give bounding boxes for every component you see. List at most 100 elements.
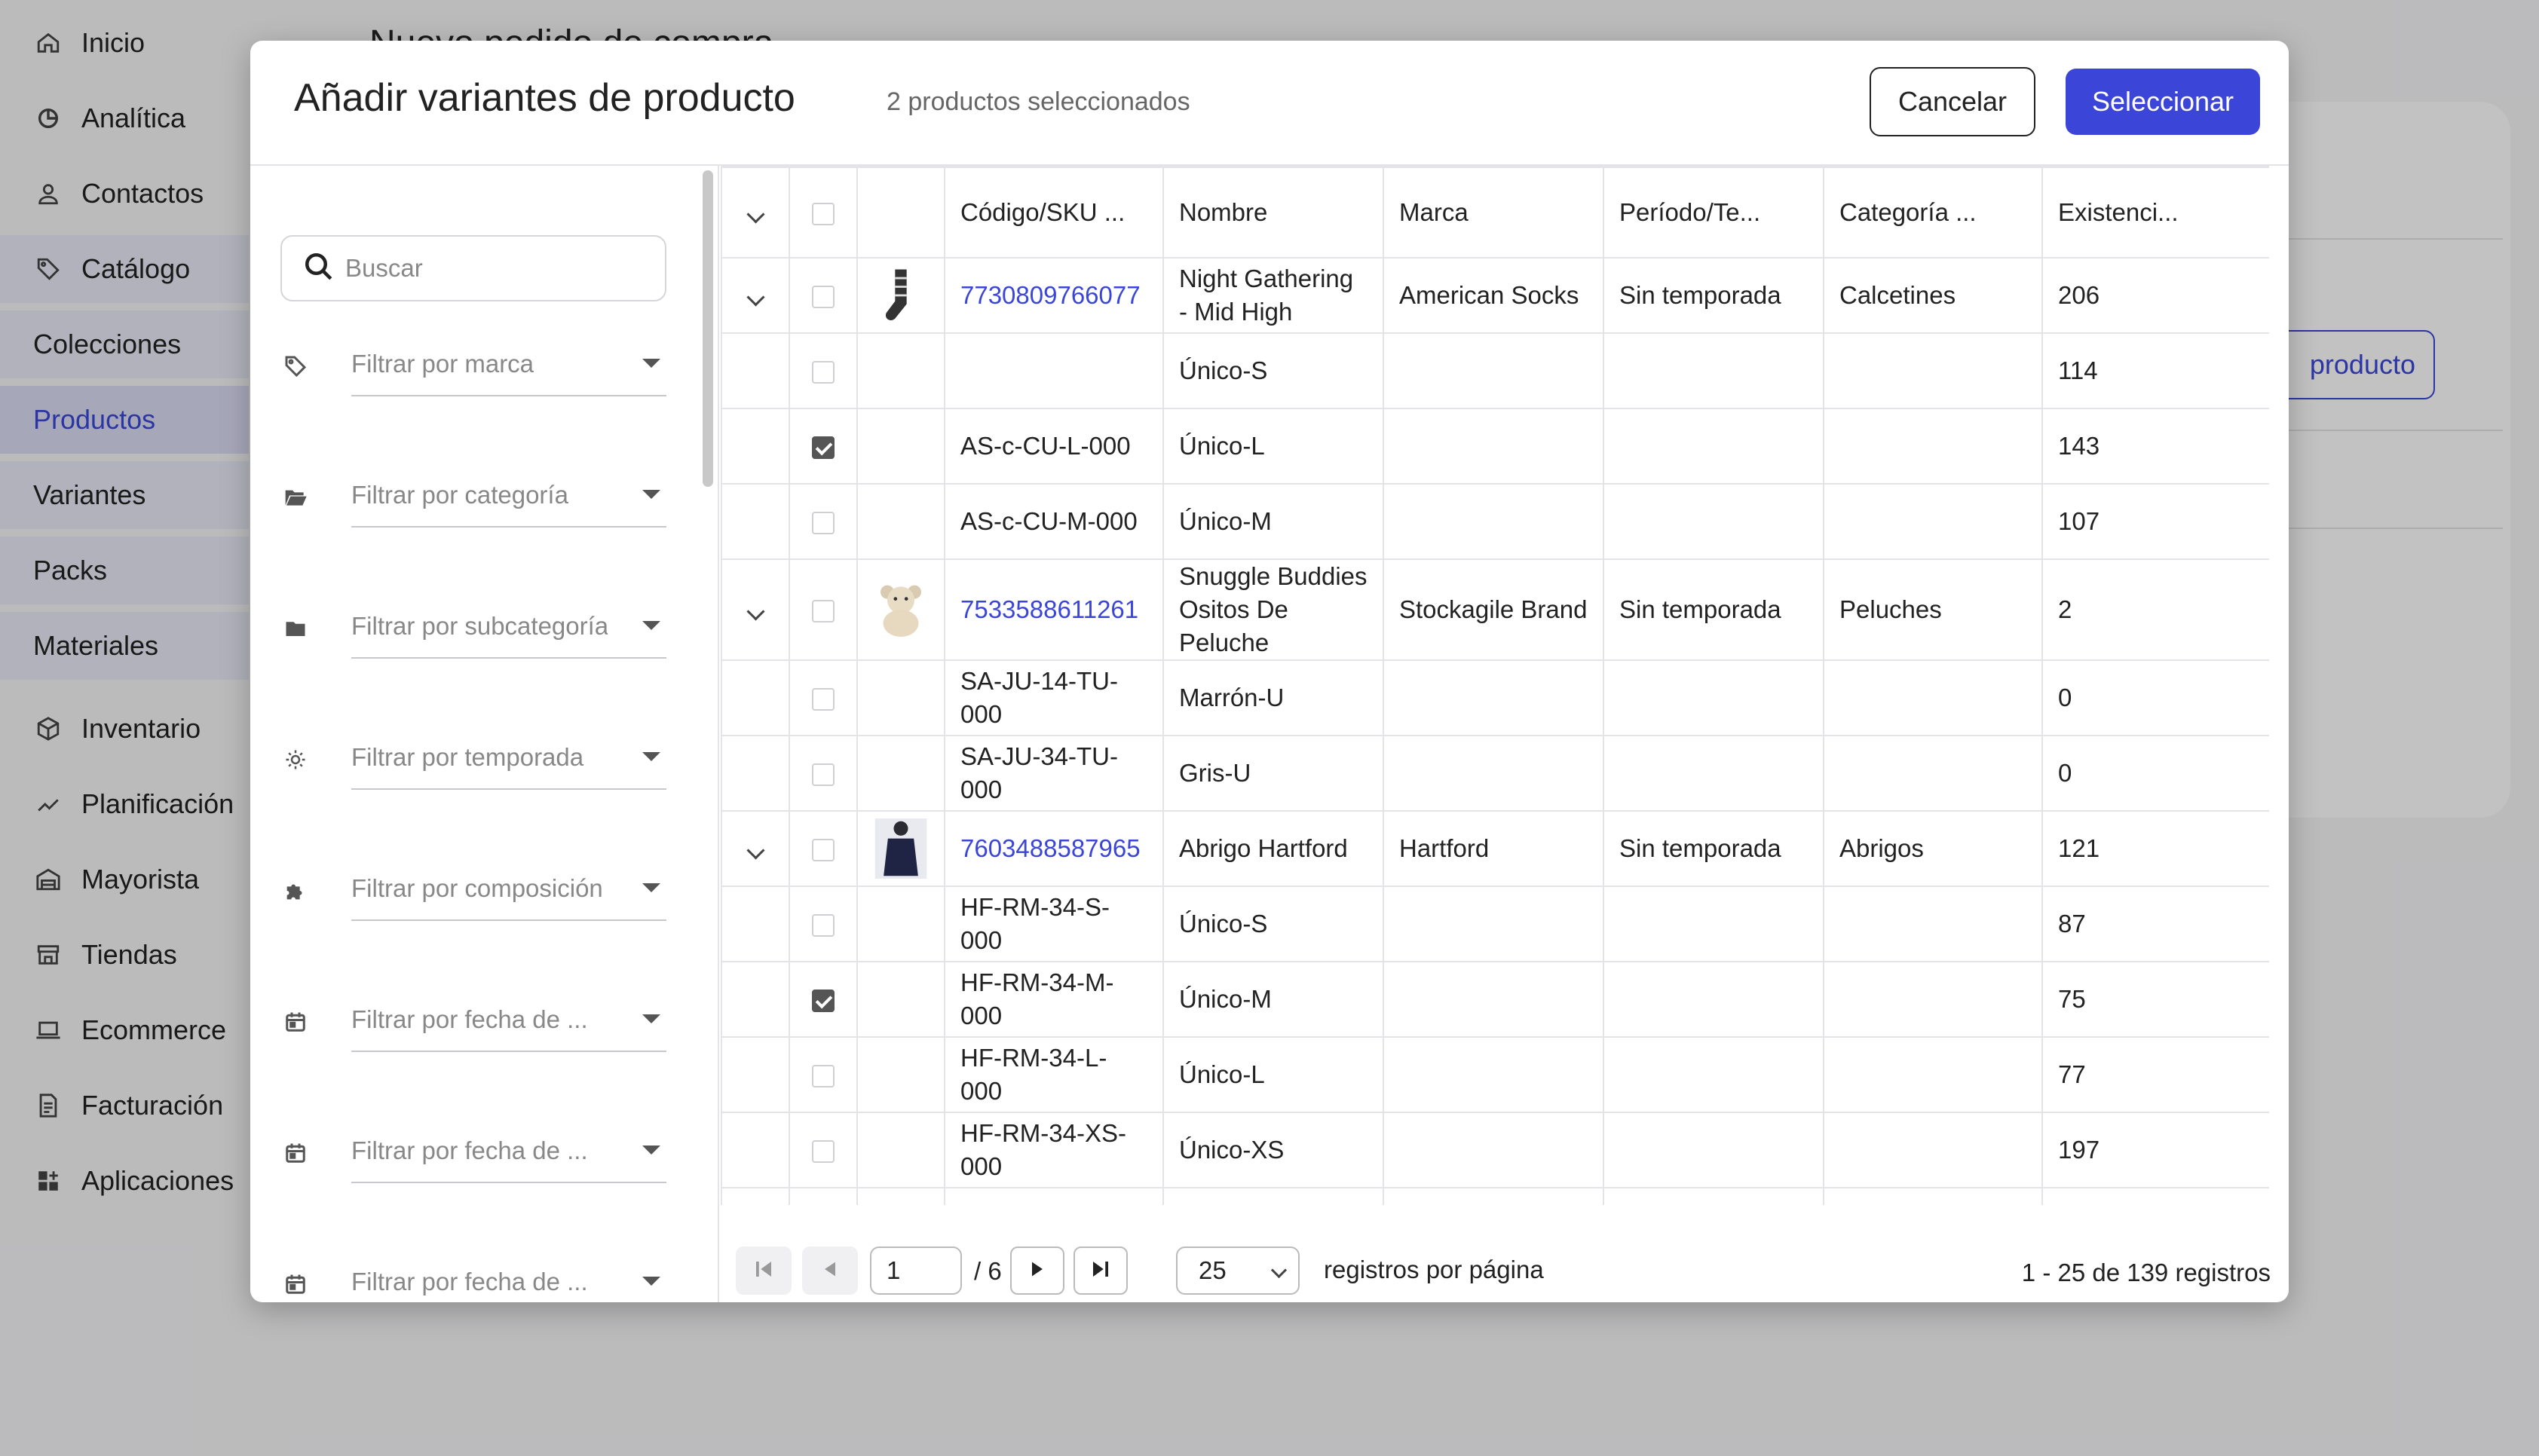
caret-down-icon bbox=[642, 752, 660, 761]
filter-brand[interactable]: Filtrar por marca bbox=[280, 330, 666, 398]
row-checkbox-cell[interactable] bbox=[789, 408, 858, 485]
product-row[interactable]: 7730809766077 Night Gathering - Mid High A… bbox=[721, 257, 2269, 334]
row-checkbox-cell[interactable] bbox=[789, 810, 858, 887]
row-checkbox-cell[interactable] bbox=[789, 735, 858, 812]
search-input[interactable]: Buscar bbox=[280, 235, 666, 301]
row-checkbox-cell[interactable] bbox=[789, 1112, 858, 1188]
previous-page-button[interactable] bbox=[802, 1246, 858, 1295]
row-checkbox-cell[interactable] bbox=[789, 659, 858, 736]
filters-scrollbar[interactable] bbox=[703, 170, 713, 487]
empty-cell bbox=[721, 735, 790, 812]
product-row[interactable]: 7484763766973Hike T-ShirtHartfordSin tem… bbox=[721, 1187, 2269, 1205]
row-checkbox-cell[interactable] bbox=[789, 1036, 858, 1113]
stock-cell: 75 bbox=[2041, 961, 2269, 1038]
filter-label: Filtrar por temporada bbox=[351, 743, 584, 771]
expand-toggle[interactable] bbox=[721, 810, 790, 887]
category-cell: Calcetines bbox=[1823, 257, 2043, 334]
empty-cell bbox=[721, 1036, 790, 1113]
name-cell: Hike T-Shirt bbox=[1162, 1187, 1384, 1205]
stock-cell: 0 bbox=[2041, 659, 2269, 736]
sku-cell: HF-RM-34-M-000 bbox=[944, 961, 1164, 1038]
filters-panel: Buscar Filtrar por marca Filtrar por cat… bbox=[250, 166, 700, 1302]
checkbox[interactable] bbox=[812, 839, 835, 862]
checkbox[interactable] bbox=[812, 1065, 835, 1088]
product-thumbnail bbox=[856, 810, 945, 887]
checkbox[interactable] bbox=[812, 286, 835, 309]
variant-row[interactable]: Único-S 114 bbox=[721, 332, 2269, 409]
chevron-down-icon bbox=[746, 602, 765, 621]
column-header-category[interactable]: Categoría ... bbox=[1823, 167, 2043, 258]
checkbox[interactable] bbox=[812, 914, 835, 938]
last-page-icon bbox=[1089, 1258, 1112, 1284]
sku-link[interactable]: 7533588611261 bbox=[960, 595, 1138, 623]
sku-cell[interactable]: 7603488587965 bbox=[944, 810, 1164, 887]
product-row[interactable]: 7603488587965 Abrigo Hartford Hartford Sin … bbox=[721, 810, 2269, 887]
name-cell: Único-S bbox=[1162, 332, 1384, 409]
variant-row[interactable]: SA-JU-14-TU-000 Marrón-U 0 bbox=[721, 659, 2269, 736]
empty-cell bbox=[1603, 332, 1824, 409]
checkbox[interactable] bbox=[812, 512, 835, 535]
sku-cell[interactable]: 7730809766077 bbox=[944, 257, 1164, 334]
expand-all-toggle[interactable] bbox=[721, 167, 790, 258]
row-checkbox-cell[interactable] bbox=[789, 332, 858, 409]
empty-cell bbox=[856, 408, 945, 485]
row-checkbox-cell[interactable] bbox=[789, 558, 858, 661]
checkbox[interactable] bbox=[812, 600, 835, 623]
checkbox[interactable] bbox=[812, 1140, 835, 1164]
product-row[interactable]: 7533588611261 Snuggle Buddies Ositos De P… bbox=[721, 558, 2269, 661]
column-header-name[interactable]: Nombre bbox=[1162, 167, 1384, 258]
page-number-input[interactable]: 1 bbox=[870, 1246, 962, 1295]
row-checkbox-cell[interactable] bbox=[789, 961, 858, 1038]
row-checkbox-cell[interactable] bbox=[789, 257, 858, 334]
filter-subcategory[interactable]: Filtrar por subcategoría bbox=[280, 592, 666, 660]
row-checkbox-cell[interactable] bbox=[789, 1187, 858, 1205]
calendar-icon bbox=[280, 1007, 311, 1037]
filter-category[interactable]: Filtrar por categoría bbox=[280, 461, 666, 529]
checkbox[interactable] bbox=[812, 203, 835, 226]
brand-cell: Hartford bbox=[1383, 1187, 1604, 1205]
select-all-checkbox[interactable] bbox=[789, 167, 858, 258]
row-checkbox-cell[interactable] bbox=[789, 483, 858, 560]
expand-toggle[interactable] bbox=[721, 558, 790, 661]
cancel-button[interactable]: Cancelar bbox=[1870, 67, 2035, 136]
checkbox[interactable] bbox=[812, 688, 835, 711]
next-page-button[interactable] bbox=[1010, 1246, 1064, 1295]
stock-cell: 0 bbox=[2041, 735, 2269, 812]
last-page-button[interactable] bbox=[1073, 1246, 1128, 1295]
filter-date[interactable]: Filtrar por fecha de ... bbox=[280, 1117, 666, 1185]
empty-cell bbox=[1383, 1112, 1604, 1188]
variant-row[interactable]: AS-c-CU-L-000 Único-L 143 bbox=[721, 408, 2269, 485]
sku-cell[interactable]: 7533588611261 bbox=[944, 558, 1164, 661]
checkbox[interactable] bbox=[812, 990, 835, 1013]
filter-composition[interactable]: Filtrar por composición bbox=[280, 855, 666, 922]
filter-date[interactable]: Filtrar por fecha de ... bbox=[280, 1248, 666, 1302]
sku-link[interactable]: 7603488587965 bbox=[960, 834, 1141, 862]
variant-row[interactable]: HF-RM-34-M-000 Único-M 75 bbox=[721, 961, 2269, 1038]
row-checkbox-cell[interactable] bbox=[789, 886, 858, 962]
expand-toggle[interactable] bbox=[721, 1187, 790, 1205]
column-header-stock[interactable]: Existenci... bbox=[2041, 167, 2269, 258]
sku-link[interactable]: 7730809766077 bbox=[960, 281, 1141, 309]
column-header-season[interactable]: Período/Te... bbox=[1603, 167, 1824, 258]
filter-season[interactable]: Filtrar por temporada bbox=[280, 723, 666, 791]
variant-row[interactable]: HF-RM-34-S-000 Único-S 87 bbox=[721, 886, 2269, 962]
page-size-select[interactable]: 25 bbox=[1176, 1246, 1300, 1295]
filter-date[interactable]: Filtrar por fecha de ... bbox=[280, 986, 666, 1054]
expand-toggle[interactable] bbox=[721, 257, 790, 334]
variant-row[interactable]: HF-RM-34-XS-000 Único-XS 197 bbox=[721, 1112, 2269, 1188]
column-header-brand[interactable]: Marca bbox=[1383, 167, 1604, 258]
checkbox[interactable] bbox=[812, 436, 835, 460]
column-header-sku[interactable]: Código/SKU ... bbox=[944, 167, 1164, 258]
variant-row[interactable]: AS-c-CU-M-000 Único-M 107 bbox=[721, 483, 2269, 560]
first-page-button[interactable] bbox=[736, 1246, 792, 1295]
variant-row[interactable]: HF-RM-34-L-000 Único-L 77 bbox=[721, 1036, 2269, 1113]
image-column-header bbox=[856, 167, 945, 258]
sku-cell[interactable]: 7484763766973 bbox=[944, 1187, 1164, 1205]
variant-row[interactable]: SA-JU-34-TU-000 Gris-U 0 bbox=[721, 735, 2269, 812]
select-button[interactable]: Seleccionar bbox=[2066, 69, 2260, 135]
checkbox[interactable] bbox=[812, 763, 835, 787]
calendar-icon bbox=[280, 1138, 311, 1168]
empty-cell bbox=[856, 886, 945, 962]
selection-count: 2 productos seleccionados bbox=[887, 87, 1190, 116]
checkbox[interactable] bbox=[812, 361, 835, 384]
